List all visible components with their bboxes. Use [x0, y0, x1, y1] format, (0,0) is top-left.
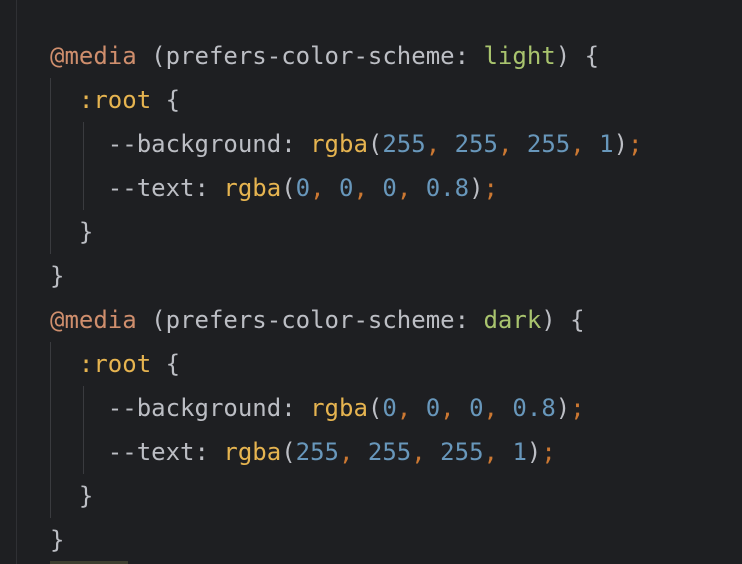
code-token-num: 255 — [454, 130, 498, 158]
code-editor[interactable]: @media (prefers-color-scheme: light) { :… — [50, 34, 643, 562]
code-token-comma: , — [440, 394, 455, 422]
code-token-punct: ) — [526, 438, 542, 466]
code-token-punct: ) — [469, 174, 484, 202]
code-token-comma: , — [396, 394, 412, 422]
code-token-plain: --text: — [50, 438, 224, 466]
code-line[interactable]: --background: rgba(0, 0, 0, 0.8); — [50, 386, 643, 430]
code-token-plain: --text: — [50, 174, 224, 202]
code-token-num: 0.8 — [425, 174, 470, 202]
code-token-plain: --background: — [50, 130, 311, 158]
code-token-comma: , — [483, 394, 498, 422]
code-token-plain: } — [50, 218, 94, 246]
code-token-plain: ) { — [555, 42, 600, 70]
code-token-num: 255 — [526, 130, 571, 158]
code-token-punct: ( — [367, 394, 383, 422]
code-token-num: 1 — [599, 130, 614, 158]
code-line[interactable]: } — [50, 474, 643, 518]
code-token-comma: , — [310, 174, 325, 202]
code-token-plain: ) { — [541, 306, 585, 334]
code-token-plain: (prefers-color-scheme: — [136, 306, 484, 334]
code-token-num: 1 — [512, 438, 527, 466]
code-line[interactable]: } — [50, 210, 643, 254]
code-token-semi: ; — [541, 438, 556, 466]
code-token-semi: ; — [483, 174, 498, 202]
code-token-punct: ( — [367, 130, 383, 158]
code-token-num: 0 — [425, 394, 441, 422]
code-line[interactable]: --background: rgba(255, 255, 255, 1); — [50, 122, 643, 166]
code-token-plain: } — [50, 482, 94, 510]
code-token-func: rgba — [223, 174, 282, 202]
editor-gutter-border — [16, 0, 17, 564]
code-line[interactable]: :root { — [50, 342, 643, 386]
code-token-num: 0 — [339, 174, 354, 202]
code-token-punct: ) — [555, 394, 571, 422]
code-token-num: 0 — [382, 174, 397, 202]
code-token-plain: } — [50, 262, 65, 290]
code-token-num: 255 — [295, 438, 339, 466]
code-token-comma: , — [396, 174, 412, 202]
code-token-value: light — [483, 42, 556, 70]
code-line[interactable]: --text: rgba(255, 255, 255, 1); — [50, 430, 643, 474]
code-token-func: rgba — [310, 394, 368, 422]
code-token-comma: , — [411, 438, 426, 466]
code-token-num: 255 — [367, 438, 412, 466]
code-token-punct: ) — [613, 130, 629, 158]
code-token-value: dark — [483, 306, 542, 334]
code-token-semi: ; — [628, 130, 643, 158]
code-token-punct: ( — [281, 438, 296, 466]
code-token-num: 255 — [440, 438, 484, 466]
code-token-num: 0 — [295, 174, 311, 202]
code-token-comma: , — [570, 130, 585, 158]
code-token-comma: , — [497, 130, 513, 158]
code-token-plain: --background: — [50, 394, 311, 422]
code-token-comma: , — [339, 438, 354, 466]
code-token-at: @media — [50, 42, 137, 70]
code-line[interactable]: @media (prefers-color-scheme: dark) { — [50, 298, 643, 342]
code-token-num: 255 — [382, 130, 426, 158]
code-token-at: @media — [50, 306, 137, 334]
code-line[interactable]: :root { — [50, 78, 643, 122]
code-token-func: rgba — [310, 130, 368, 158]
code-token-num: 0.8 — [512, 394, 556, 422]
code-token-selector: :root — [78, 86, 152, 114]
code-line[interactable]: @media (prefers-color-scheme: light) { — [50, 34, 643, 78]
code-token-num: 0 — [382, 394, 397, 422]
code-token-semi: ; — [570, 394, 585, 422]
code-token-comma: , — [425, 130, 441, 158]
code-token-comma: , — [353, 174, 368, 202]
code-line[interactable]: --text: rgba(0, 0, 0, 0.8); — [50, 166, 643, 210]
code-token-plain: { — [151, 350, 181, 378]
code-token-num: 0 — [469, 394, 484, 422]
code-token-plain: (prefers-color-scheme: — [136, 42, 484, 70]
code-token-comma: , — [483, 438, 498, 466]
code-token-selector: :root — [78, 350, 152, 378]
code-line[interactable]: } — [50, 254, 643, 298]
code-line[interactable]: } — [50, 518, 643, 562]
code-token-plain: } — [50, 526, 65, 554]
code-token-func: rgba — [223, 438, 282, 466]
code-token-punct: ( — [281, 174, 296, 202]
code-token-plain: { — [151, 86, 181, 114]
